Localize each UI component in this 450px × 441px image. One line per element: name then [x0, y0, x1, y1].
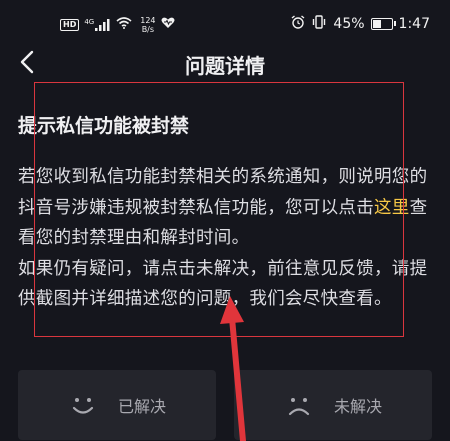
unresolved-button[interactable]: 未解决	[234, 370, 432, 440]
smile-face-icon	[72, 398, 94, 414]
unresolved-label: 未解决	[333, 397, 382, 416]
nav-header: 问题详情	[0, 40, 450, 84]
sad-face-icon	[288, 398, 310, 416]
net-speed-unit: B/s	[141, 25, 155, 34]
vibrate-icon	[311, 15, 327, 33]
net-speed: 124 B/s	[140, 16, 155, 34]
net-speed-value: 124	[140, 16, 156, 25]
status-left: HD 4G 124 B/s	[60, 16, 175, 34]
heart-icon	[161, 17, 175, 33]
battery-percent: 45%	[333, 16, 365, 32]
page-title: 问题详情	[185, 54, 265, 78]
annotation-box	[34, 82, 404, 337]
battery-fill	[372, 20, 381, 28]
battery-icon	[370, 18, 396, 30]
wifi-icon	[116, 17, 132, 33]
clock: 1:47	[398, 16, 430, 32]
status-right: 45% 1:47	[291, 15, 430, 33]
alarm-icon	[291, 15, 305, 33]
hd-badge: HD	[60, 19, 80, 31]
resolved-button[interactable]: 已解决	[18, 370, 216, 440]
resolved-label: 已解决	[117, 397, 166, 416]
signal-icon: 4G	[84, 19, 111, 31]
signal-label: 4G	[84, 18, 95, 26]
